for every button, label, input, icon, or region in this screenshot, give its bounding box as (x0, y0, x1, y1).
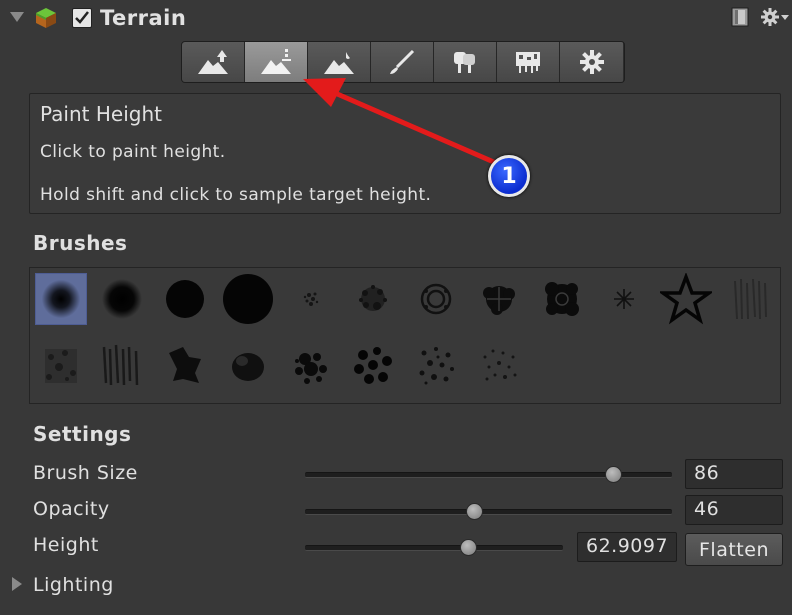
opacity-slider[interactable] (305, 509, 672, 515)
details-grass-icon (516, 52, 540, 73)
brush-soft-small[interactable] (35, 273, 87, 325)
paint-height-icon (261, 49, 291, 74)
terrain-component-icon (34, 6, 58, 30)
brush-star-outline[interactable] (660, 273, 712, 325)
smooth-height-icon (324, 52, 354, 74)
settings-gear-icon (579, 50, 604, 74)
paint-details-tool[interactable] (497, 42, 560, 82)
brush-dots-large[interactable] (347, 339, 399, 391)
enabled-checkbox[interactable] (72, 8, 92, 28)
annotation-badge: 1 (488, 155, 530, 197)
height-slider[interactable] (305, 545, 563, 551)
tool-help-title: Paint Height (40, 102, 162, 126)
opacity-label: Opacity (33, 498, 110, 520)
brush-splatter-2[interactable] (410, 273, 462, 325)
tool-help-line: Click to paint height. (40, 142, 226, 162)
help-book-icon[interactable] (730, 6, 750, 28)
brush-noise-1[interactable] (35, 339, 87, 391)
smooth-height-tool[interactable] (308, 42, 371, 82)
flatten-button[interactable]: Flatten (685, 533, 783, 566)
brush-splatter-1[interactable] (347, 273, 399, 325)
brush-speckle-small[interactable] (285, 273, 337, 325)
terrain-tool-toolbar (181, 41, 625, 83)
paint-texture-tool[interactable] (371, 42, 434, 82)
opacity-field[interactable]: 46 (685, 495, 783, 525)
foldout-arrow-icon[interactable] (10, 12, 24, 22)
brush-soft-medium[interactable] (96, 273, 148, 325)
component-settings-gear-icon[interactable] (760, 6, 790, 28)
terrain-settings-tool[interactable] (560, 42, 623, 82)
raise-lower-terrain-tool[interactable] (182, 42, 245, 82)
brush-size-label: Brush Size (33, 462, 138, 484)
brush-hard-medium[interactable] (159, 273, 211, 325)
brush-splatter-4[interactable] (536, 273, 588, 325)
brush-noise-3[interactable] (159, 339, 211, 391)
paintbrush-icon (390, 49, 415, 74)
height-slider-handle[interactable] (459, 539, 477, 556)
brush-blob-dots[interactable] (285, 339, 337, 391)
checkmark-icon (75, 11, 89, 24)
brush-dots-fine[interactable] (473, 339, 525, 391)
height-field[interactable]: 62.9097 (577, 532, 677, 562)
lighting-foldout-label[interactable]: Lighting (33, 574, 114, 596)
brush-hard-large[interactable] (222, 273, 274, 325)
brush-splatter-3[interactable] (473, 273, 525, 325)
opacity-slider-handle[interactable] (465, 503, 483, 520)
brushes-section-title: Brushes (33, 231, 128, 255)
tool-help-line: Hold shift and click to sample target he… (40, 185, 432, 205)
component-title: Terrain (100, 6, 187, 30)
trees-icon (454, 52, 475, 73)
brush-starburst[interactable] (598, 273, 650, 325)
raise-terrain-icon (198, 50, 228, 74)
settings-section-title: Settings (33, 422, 132, 446)
brush-size-field[interactable]: 86 (685, 459, 783, 489)
height-label: Height (33, 534, 99, 556)
brush-noise-streak[interactable] (725, 273, 777, 325)
brushes-panel (29, 267, 781, 404)
paint-height-tool[interactable] (245, 42, 308, 82)
place-trees-tool[interactable] (434, 42, 497, 82)
brush-size-slider-handle[interactable] (605, 466, 623, 483)
lighting-foldout-arrow-icon[interactable] (12, 577, 22, 591)
brush-noise-2[interactable] (96, 339, 148, 391)
brush-noise-4[interactable] (222, 339, 274, 391)
brush-dots-scatter[interactable] (410, 339, 462, 391)
